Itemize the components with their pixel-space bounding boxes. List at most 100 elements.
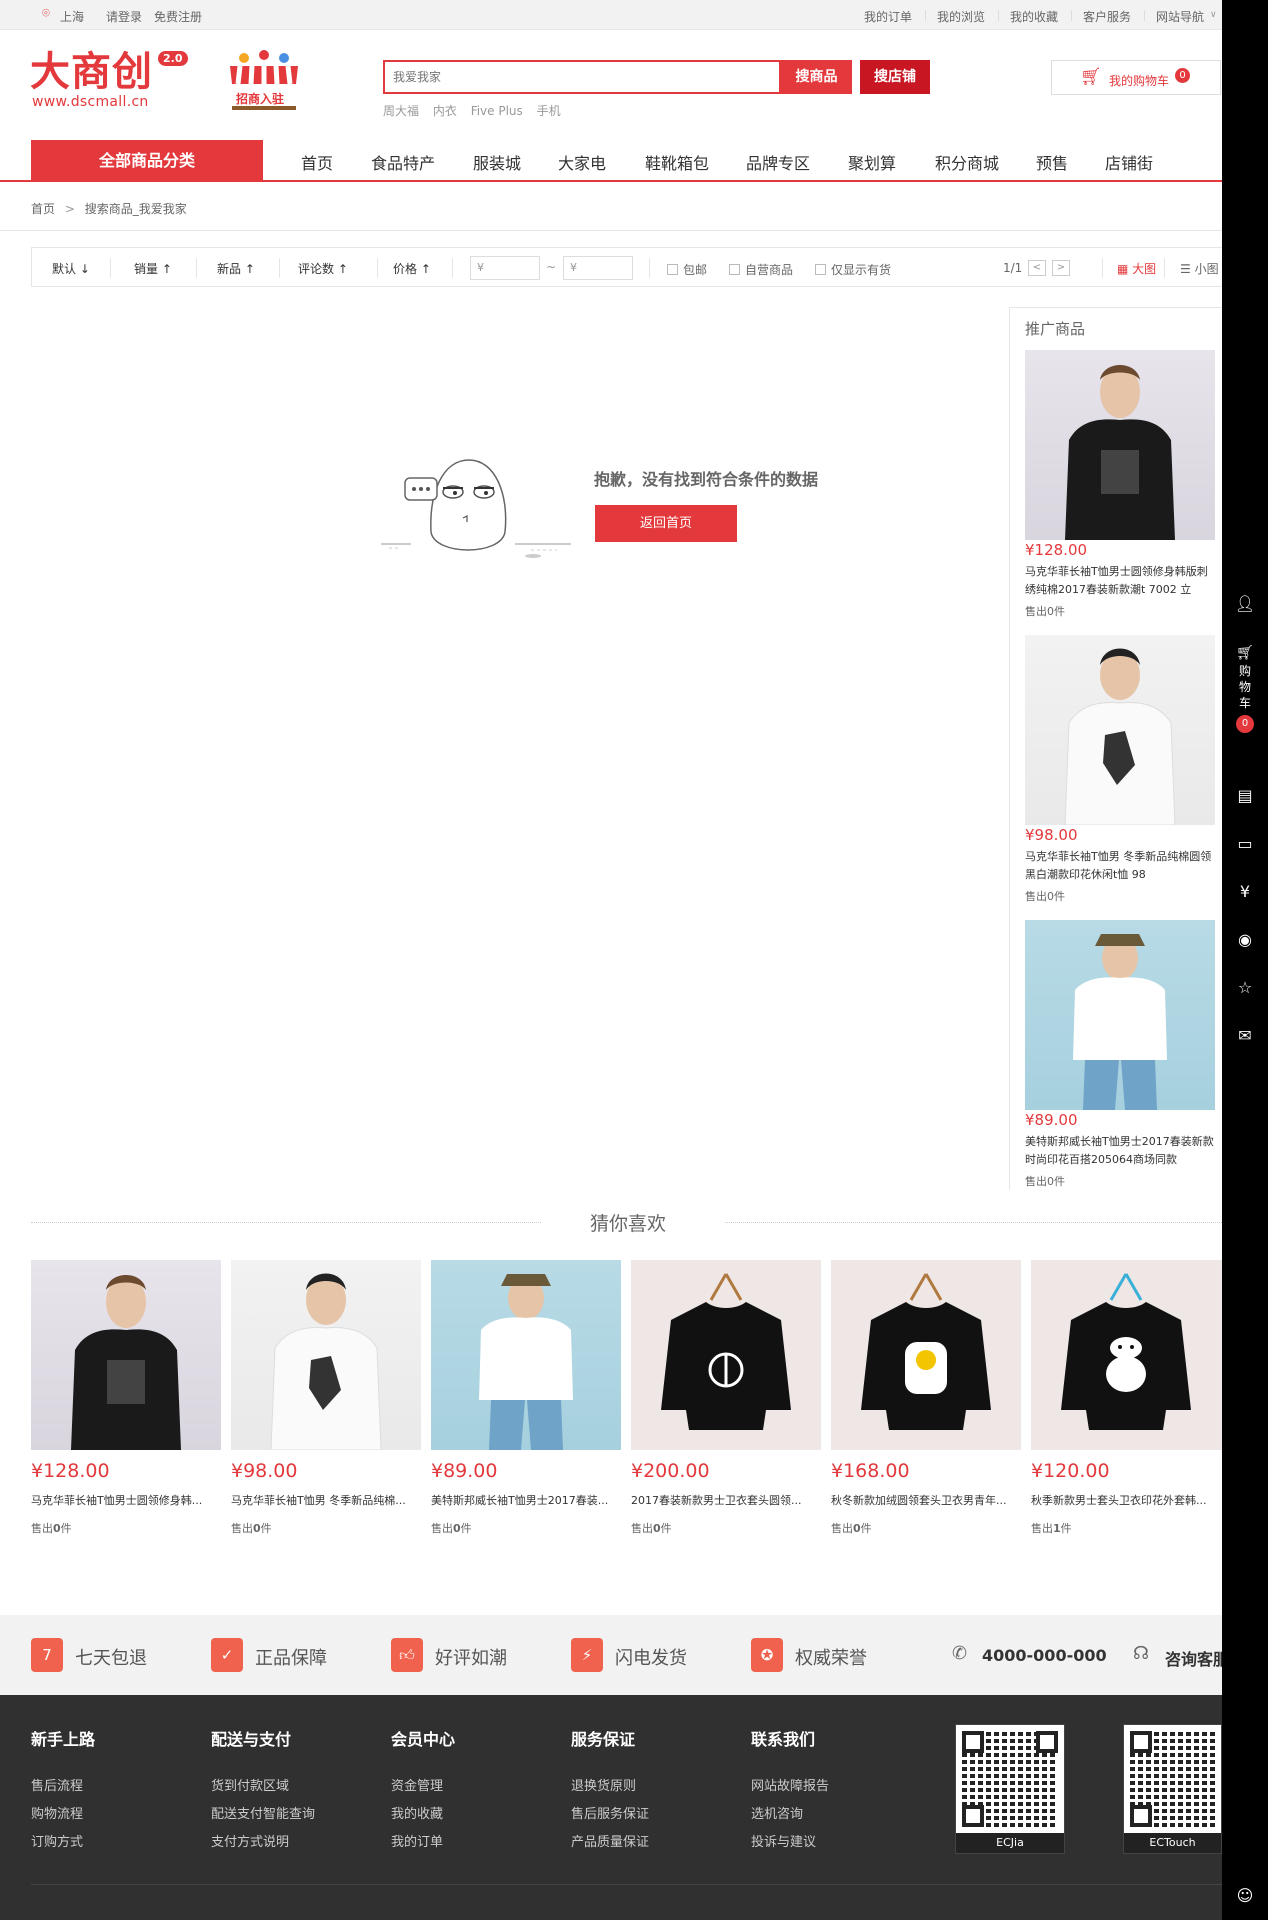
- login-link[interactable]: 请登录: [106, 8, 142, 25]
- guess-title: 猜你喜欢: [590, 1213, 667, 1235]
- empty-message: 抱歉，没有找到符合条件的数据: [594, 470, 819, 489]
- guess-name[interactable]: 马克华菲长袖T恤男 冬季新品纯棉...: [231, 1492, 421, 1508]
- guess-name[interactable]: 2017春装新款男士卫衣套头圆领...: [631, 1492, 821, 1508]
- search-input-box[interactable]: [383, 60, 781, 94]
- top-link-service[interactable]: 客户服务: [1083, 8, 1131, 25]
- top-link-history[interactable]: 我的浏览: [937, 8, 985, 25]
- promo-product-image[interactable]: [1025, 635, 1215, 825]
- promo-name[interactable]: 马克华菲长袖T恤男士圆领修身韩版刺绣纯棉2017春装新款潮t 7002 立: [1025, 563, 1217, 599]
- footer-link[interactable]: 产品质量保证: [571, 1831, 649, 1850]
- view-small-button[interactable]: ☰ 小图: [1180, 260, 1219, 277]
- back-home-button[interactable]: 返回首页: [595, 505, 737, 542]
- guess-product-image[interactable]: [231, 1260, 421, 1450]
- footer-column-title: 配送与支付: [211, 1730, 292, 1749]
- self-operated-checkbox[interactable]: 自营商品: [729, 261, 793, 278]
- footer-link[interactable]: 退换货原则: [571, 1775, 636, 1794]
- nav-item-clothing[interactable]: 服装城: [473, 150, 521, 174]
- guess-name[interactable]: 马克华菲长袖T恤男士圆领修身韩...: [31, 1492, 221, 1508]
- footer-column-title: 联系我们: [751, 1730, 816, 1749]
- site-logo[interactable]: 大商创: [30, 48, 153, 96]
- in-stock-checkbox[interactable]: 仅显示有货: [815, 261, 891, 278]
- location-label[interactable]: 上海: [60, 8, 84, 25]
- free-shipping-checkbox[interactable]: 包邮: [667, 261, 707, 278]
- nav-item-group-buy[interactable]: 聚划算: [848, 150, 896, 174]
- guess-product-image[interactable]: [831, 1260, 1021, 1450]
- nav-item-appliances[interactable]: 大家电: [558, 150, 606, 174]
- register-link[interactable]: 免费注册: [154, 8, 202, 25]
- mail-icon[interactable]: ✉: [1222, 1026, 1268, 1045]
- hotword[interactable]: 内衣: [433, 104, 457, 118]
- sort-price[interactable]: 价格 ↑: [393, 260, 431, 277]
- guess-product-image[interactable]: [431, 1260, 621, 1450]
- search-input[interactable]: [385, 62, 779, 92]
- footer-link[interactable]: 货到付款区域: [211, 1775, 289, 1794]
- guess-sold: 售出1件: [1031, 1522, 1072, 1535]
- location-pin-icon: ⌾: [42, 6, 50, 21]
- nav-item-brands[interactable]: 品牌专区: [746, 150, 810, 174]
- price-to-input[interactable]: ¥: [563, 256, 633, 280]
- guess-price: ¥128.00: [31, 1460, 110, 1482]
- hotword[interactable]: 周大福: [383, 104, 419, 118]
- hotword[interactable]: Five Plus: [471, 104, 523, 118]
- nav-item-home[interactable]: 首页: [301, 150, 333, 174]
- eye-icon[interactable]: ◉: [1222, 930, 1268, 949]
- prev-page-button[interactable]: <: [1028, 260, 1046, 276]
- footer-link[interactable]: 选机咨询: [751, 1803, 803, 1822]
- search-goods-button[interactable]: 搜商品: [781, 60, 852, 94]
- toolbar-cart-button[interactable]: 🛒︎ 购物车 0: [1222, 645, 1268, 733]
- promo-name[interactable]: 美特斯邦威长袖T恤男士2017春装新款时尚印花百搭205064商场同款: [1025, 1133, 1217, 1169]
- sort-sales[interactable]: 销量 ↑: [134, 260, 172, 277]
- promo-product-image[interactable]: [1025, 920, 1215, 1110]
- customer-service-icon[interactable]: ☺: [1222, 1886, 1268, 1905]
- breadcrumb-home[interactable]: 首页: [31, 202, 55, 216]
- sort-default[interactable]: 默认 ↓: [52, 260, 90, 277]
- footer-link[interactable]: 我的订单: [391, 1831, 443, 1850]
- footer-link[interactable]: 我的收藏: [391, 1803, 443, 1822]
- guess-product-image[interactable]: [1031, 1260, 1222, 1450]
- view-big-button[interactable]: ▦ 大图: [1117, 260, 1156, 277]
- star-icon[interactable]: ☆: [1222, 978, 1268, 997]
- footer-link[interactable]: 订购方式: [31, 1831, 83, 1850]
- promo-name[interactable]: 马克华菲长袖T恤男 冬季新品纯棉圆领黑白潮款印花休闲t恤 98: [1025, 848, 1217, 884]
- cart-count-badge: 0: [1175, 68, 1190, 83]
- online-service-link[interactable]: 咨询客服: [1165, 1646, 1222, 1670]
- footer-link[interactable]: 购物流程: [31, 1803, 83, 1822]
- nav-item-presale[interactable]: 预售: [1036, 150, 1068, 174]
- footer-link[interactable]: 网站故障报告: [751, 1775, 829, 1794]
- sort-reviews[interactable]: 评论数 ↑: [298, 260, 348, 277]
- arrow-up-icon: ↑: [420, 262, 431, 276]
- scrollbar[interactable]: [1268, 0, 1280, 1920]
- guess-name[interactable]: 美特斯邦威长袖T恤男士2017春装...: [431, 1492, 621, 1508]
- footer-link[interactable]: 资金管理: [391, 1775, 443, 1794]
- toolbar-cart-badge: 0: [1236, 715, 1254, 733]
- header-cart-button[interactable]: 🛒︎ 我的购物车 0: [1051, 60, 1221, 95]
- top-link-orders[interactable]: 我的订单: [864, 8, 912, 25]
- footer-link[interactable]: 支付方式说明: [211, 1831, 289, 1850]
- ticket-icon[interactable]: ▭: [1222, 834, 1268, 853]
- promo-product-image[interactable]: [1025, 350, 1215, 540]
- footer-link[interactable]: 投诉与建议: [751, 1831, 816, 1850]
- all-categories-button[interactable]: 全部商品分类: [31, 140, 263, 182]
- merchant-join-banner[interactable]: 招商入驻: [226, 50, 302, 114]
- yen-icon[interactable]: ¥: [1222, 882, 1268, 901]
- hotword[interactable]: 手机: [537, 104, 561, 118]
- footer-link[interactable]: 售后流程: [31, 1775, 83, 1794]
- nav-item-shoes-bags[interactable]: 鞋靴箱包: [645, 150, 709, 174]
- user-icon[interactable]: 👤︎: [1222, 594, 1268, 613]
- guess-name[interactable]: 秋季新款男士套头卫衣印花外套韩...: [1031, 1492, 1221, 1508]
- guess-name[interactable]: 秋冬新款加绒圆领套头卫衣男青年...: [831, 1492, 1021, 1508]
- footer-link[interactable]: 售后服务保证: [571, 1803, 649, 1822]
- footer-link[interactable]: 配送支付智能查询: [211, 1803, 315, 1822]
- nav-item-points-mall[interactable]: 积分商城: [935, 150, 999, 174]
- nav-item-shop-street[interactable]: 店铺街: [1105, 150, 1153, 174]
- nav-item-food[interactable]: 食品特产: [371, 150, 435, 174]
- price-from-input[interactable]: ¥: [470, 256, 540, 280]
- guess-product-image[interactable]: [631, 1260, 821, 1450]
- guess-product-image[interactable]: [31, 1260, 221, 1450]
- clipboard-icon[interactable]: ▤: [1222, 786, 1268, 805]
- top-link-sitenav[interactable]: 网站导航: [1156, 8, 1204, 25]
- sort-new[interactable]: 新品 ↑: [217, 260, 255, 277]
- search-shop-button[interactable]: 搜店铺: [860, 60, 930, 94]
- top-link-favorites[interactable]: 我的收藏: [1010, 8, 1058, 25]
- next-page-button[interactable]: >: [1052, 260, 1070, 276]
